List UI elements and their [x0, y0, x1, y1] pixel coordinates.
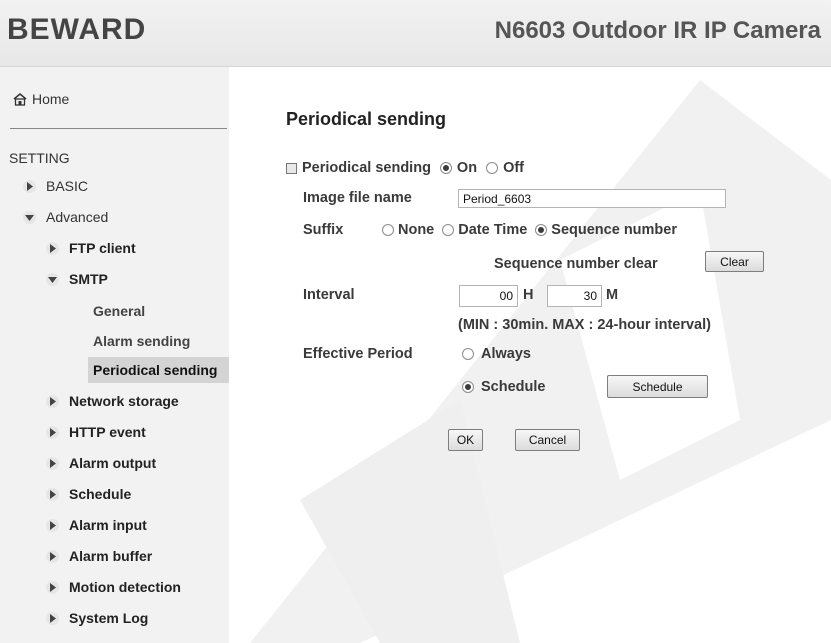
periodical-sending-label: Periodical sending: [302, 160, 431, 176]
sidebar-item-label: System Log: [69, 610, 149, 626]
periodical-sending-row: Periodical sending On Off: [286, 160, 524, 176]
interval-hours-input[interactable]: [459, 285, 518, 307]
bullet-square-icon: [286, 162, 297, 174]
suffix-datetime-label: Date Time: [458, 222, 528, 238]
suffix-datetime-radio[interactable]: [442, 224, 455, 236]
page-title: Periodical sending: [286, 109, 447, 129]
sidebar-item-basic[interactable]: BASIC: [22, 178, 88, 194]
sidebar-item-network-storage[interactable]: Network storage: [45, 393, 179, 409]
sidebar-item-schedule[interactable]: Schedule: [45, 486, 131, 502]
page-header: BEWARD N6603 Outdoor IR IP Camera: [0, 0, 831, 67]
chevron-right-icon: [46, 611, 59, 625]
sidebar-item-label: Motion detection: [69, 579, 181, 595]
enable-off-label: Off: [503, 160, 524, 176]
chevron-right-icon: [46, 487, 59, 501]
minutes-unit-label: M: [606, 287, 619, 303]
sidebar-item-advanced[interactable]: Advanced: [22, 209, 108, 225]
image-file-name-label: Image file name: [303, 190, 412, 206]
enable-on-radio[interactable]: [439, 162, 452, 174]
interval-note: (MIN : 30min. MAX : 24-hour interval): [458, 317, 711, 333]
enable-off-radio[interactable]: [486, 162, 499, 174]
sidebar-item-label: Alarm buffer: [69, 548, 153, 564]
sidebar-item-label: BASIC: [46, 178, 89, 194]
sidebar-item-system-log[interactable]: System Log: [45, 610, 148, 626]
sequence-clear-label: Sequence number clear: [494, 256, 658, 272]
suffix-none-label: None: [398, 222, 435, 238]
schedule-button[interactable]: Schedule: [607, 375, 708, 398]
section-heading-setting: SETTING: [9, 150, 70, 166]
cancel-button[interactable]: Cancel: [515, 429, 580, 451]
image-file-name-input[interactable]: [458, 189, 726, 208]
sidebar-item-label: FTP client: [69, 240, 136, 256]
chevron-down-icon: [23, 210, 36, 224]
chevron-right-icon: [46, 425, 59, 439]
home-icon: [13, 93, 27, 106]
main-content: Periodical sending Periodical sending On…: [229, 67, 831, 643]
sidebar-item-ftp-client[interactable]: FTP client: [45, 240, 136, 256]
chevron-right-icon: [46, 580, 59, 594]
interval-minutes-input[interactable]: [547, 285, 602, 307]
sidebar-item-smtp[interactable]: SMTP: [45, 271, 108, 287]
effective-schedule-radio[interactable]: [462, 381, 474, 393]
suffix-options: None Date Time Sequence number: [382, 222, 677, 238]
sidebar: Home SETTING BASIC Advanced FTP client S…: [0, 67, 229, 643]
sidebar-item-label: Advanced: [46, 209, 109, 225]
chevron-right-icon: [46, 549, 59, 563]
sidebar-item-label: SMTP: [69, 271, 108, 287]
chevron-right-icon: [46, 394, 59, 408]
interval-label: Interval: [303, 287, 355, 303]
chevron-right-icon: [46, 456, 59, 470]
effective-always-label: Always: [481, 346, 531, 362]
effective-schedule-option: Schedule: [462, 379, 545, 395]
effective-always-radio[interactable]: [462, 348, 474, 360]
brand-logo: BEWARD: [7, 13, 147, 46]
sidebar-item-home[interactable]: Home: [12, 91, 69, 107]
effective-schedule-label: Schedule: [481, 379, 546, 395]
chevron-right-icon: [46, 518, 59, 532]
sidebar-item-label: Alarm input: [69, 517, 147, 533]
effective-period-label: Effective Period: [303, 346, 413, 362]
sidebar-item-label: Schedule: [69, 486, 132, 502]
enable-on-label: On: [456, 160, 478, 176]
sidebar-item-motion-detection[interactable]: Motion detection: [45, 579, 181, 595]
sidebar-item-smtp-alarm-sending[interactable]: Alarm sending: [93, 333, 190, 349]
chevron-right-icon: [23, 179, 36, 193]
suffix-sequence-radio[interactable]: [535, 224, 548, 236]
clear-button[interactable]: Clear: [705, 251, 764, 272]
sidebar-item-alarm-output[interactable]: Alarm output: [45, 455, 156, 471]
effective-always-option: Always: [462, 346, 531, 362]
ok-button[interactable]: OK: [448, 429, 483, 451]
chevron-right-icon: [46, 241, 59, 255]
suffix-none-radio[interactable]: [382, 224, 394, 236]
sidebar-item-alarm-buffer[interactable]: Alarm buffer: [45, 548, 152, 564]
sidebar-item-label: Home: [32, 91, 70, 107]
sidebar-item-http-event[interactable]: HTTP event: [45, 424, 146, 440]
sidebar-item-smtp-periodical-sending[interactable]: Periodical sending: [88, 357, 229, 383]
sidebar-item-label: Network storage: [69, 393, 179, 409]
chevron-down-icon: [46, 272, 59, 286]
suffix-sequence-label: Sequence number: [551, 222, 677, 238]
sidebar-item-label: Alarm output: [69, 455, 157, 471]
hours-unit-label: H: [523, 287, 534, 303]
suffix-label: Suffix: [303, 222, 344, 238]
camera-model-title: N6603 Outdoor IR IP Camera: [494, 17, 821, 44]
sidebar-item-smtp-general[interactable]: General: [93, 303, 145, 319]
divider: [10, 128, 227, 129]
sidebar-item-label: HTTP event: [69, 424, 146, 440]
sidebar-item-alarm-input[interactable]: Alarm input: [45, 517, 147, 533]
